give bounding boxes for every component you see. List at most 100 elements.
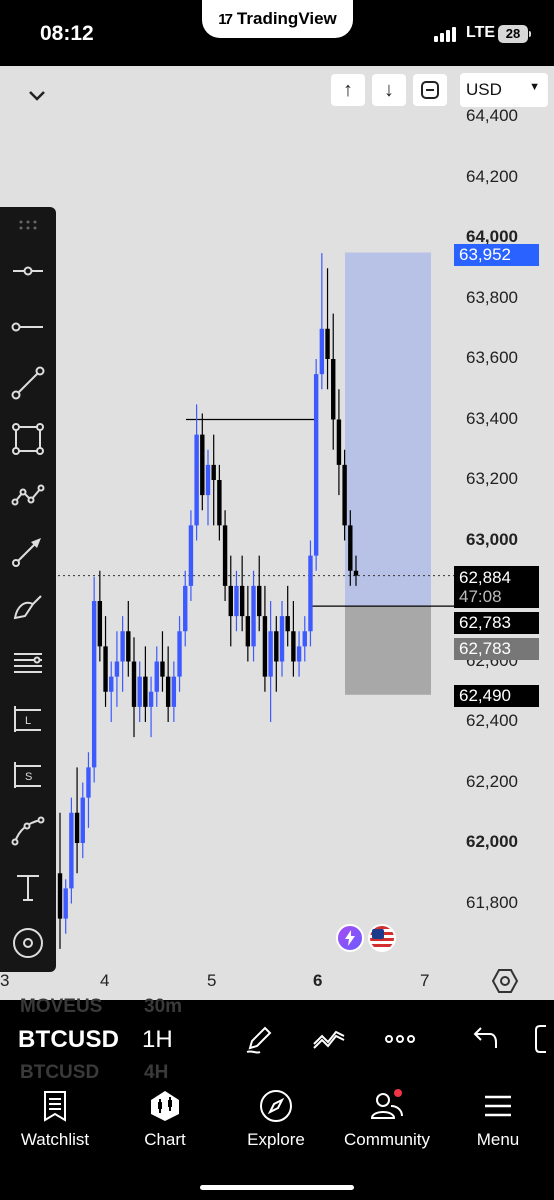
indicators-icon[interactable] — [312, 1022, 346, 1056]
candle-body — [183, 585, 188, 632]
price-axis-label: 63,800 — [466, 287, 518, 307]
app-name: TradingView — [236, 9, 337, 28]
magnet-tool[interactable] — [8, 923, 48, 963]
text-tool[interactable] — [8, 867, 48, 907]
ghost-symbol: BTCUSD — [20, 1062, 100, 1083]
more-icon[interactable] — [383, 1022, 417, 1056]
lightning-icon[interactable] — [336, 924, 364, 952]
app-pill[interactable]: 17 TradingView — [202, 0, 353, 38]
parallel-channel-tool[interactable] — [8, 643, 48, 683]
candle-body — [342, 464, 347, 526]
chart-area[interactable]: ↑ ↓ USD ▼ 64,400 64,200 64,000 63,800 63,600… — [0, 66, 554, 1000]
fullscreen-toggle-icon[interactable] — [532, 1022, 554, 1056]
undo-icon[interactable] — [466, 1022, 500, 1056]
price-axis-label: 62,000 — [466, 832, 518, 851]
trend-line-tool[interactable] — [8, 363, 48, 403]
fullscreen-button[interactable] — [413, 74, 447, 106]
arrow-up-button[interactable]: ↑ — [331, 74, 365, 106]
drag-handle-icon[interactable] — [18, 219, 38, 231]
pen-icon[interactable] — [242, 1022, 276, 1056]
price-axis-label: 63,200 — [466, 469, 518, 488]
tab-label: Chart — [144, 1130, 186, 1149]
rectangle-tool[interactable] — [8, 419, 48, 459]
community-icon — [370, 1089, 403, 1119]
horizontal-ray-tool[interactable] — [8, 251, 48, 291]
parallel-channel-icon — [14, 653, 42, 673]
target-price-tag: 63,952 — [454, 244, 539, 266]
brush-icon — [13, 595, 42, 620]
currency-select[interactable]: USD ▼ — [460, 73, 548, 107]
candle-body — [160, 661, 165, 677]
price-axis-label: 64,400 — [466, 106, 518, 125]
candle-body — [200, 434, 205, 496]
time-axis-label: 6 — [313, 971, 323, 990]
candle-body — [234, 585, 239, 617]
tab-explore[interactable]: Explore — [221, 1082, 331, 1162]
curve-tool[interactable] — [8, 811, 48, 851]
candle-body — [137, 676, 142, 707]
chevron-down-icon[interactable] — [22, 86, 52, 106]
candle-body — [80, 797, 85, 843]
chart-icon — [151, 1091, 179, 1121]
chart-settings-icon[interactable] — [490, 966, 520, 996]
text-icon — [17, 875, 39, 901]
candle-body — [114, 661, 120, 677]
network-label: LTE — [466, 24, 496, 41]
drawing-toolbar: L S — [0, 207, 56, 972]
entry-price-tag: 62,783 — [454, 612, 539, 634]
short-position-tool[interactable]: S — [8, 755, 48, 795]
long-position-tool[interactable]: L — [8, 699, 48, 739]
arrow-down-button[interactable]: ↓ — [372, 74, 406, 106]
candle-body — [245, 616, 251, 647]
candle-body — [86, 767, 91, 798]
us-flag-icon[interactable] — [368, 924, 396, 952]
last-price: 62,884 — [459, 568, 511, 587]
candle-body — [205, 464, 211, 496]
candle-body — [262, 616, 268, 677]
candle-body — [109, 676, 114, 692]
ghost-interval: 30m — [144, 996, 183, 1017]
candle-body — [268, 631, 273, 677]
candle-body — [217, 480, 222, 526]
long-position-icon: L — [14, 706, 41, 732]
stop-price-tag: 62,490 — [454, 685, 539, 707]
tab-watchlist[interactable]: Watchlist — [0, 1082, 110, 1162]
horizontal-line-icon — [11, 322, 43, 332]
tab-chart[interactable]: Chart — [110, 1082, 220, 1162]
candle-body — [91, 601, 97, 768]
candle-body — [257, 585, 262, 617]
candle-body — [319, 328, 325, 375]
candle-body — [211, 464, 216, 480]
candle-body — [325, 328, 330, 359]
arrow-tool[interactable] — [8, 531, 48, 571]
candle-body — [103, 646, 108, 692]
indicator-badges[interactable] — [336, 924, 396, 952]
candle-body — [331, 359, 336, 420]
arrow-icon — [12, 538, 41, 567]
candle-body — [120, 631, 125, 662]
signal-icon — [434, 27, 456, 42]
path-tool[interactable] — [8, 475, 48, 515]
horizontal-line-tool[interactable] — [8, 307, 48, 347]
tab-menu[interactable]: Menu — [443, 1082, 553, 1162]
candle-body — [348, 525, 353, 571]
tab-label: Community — [344, 1130, 430, 1149]
symbol-selector[interactable]: BTCUSD — [18, 1026, 119, 1054]
tab-label: Watchlist — [20, 1130, 90, 1149]
entry-price-tag-secondary: 62,783 — [454, 638, 539, 660]
price-axis-label: 63,600 — [466, 348, 518, 367]
last-price-tag: 62,884 47:08 — [454, 566, 539, 608]
interval-selector[interactable]: 1H — [142, 1026, 173, 1054]
battery-nub — [529, 31, 531, 37]
candle-body — [302, 631, 307, 647]
compass-icon — [260, 1090, 292, 1122]
trend-line-icon — [11, 366, 45, 400]
price-axis-label: 61,800 — [466, 892, 518, 912]
candle-body — [194, 434, 199, 526]
brush-tool[interactable] — [8, 587, 48, 627]
tab-community[interactable]: Community — [332, 1082, 442, 1162]
price-axis-label: 64,200 — [466, 166, 518, 186]
home-indicator — [200, 1185, 354, 1190]
candle-body — [154, 661, 159, 692]
candle-body — [131, 661, 137, 707]
